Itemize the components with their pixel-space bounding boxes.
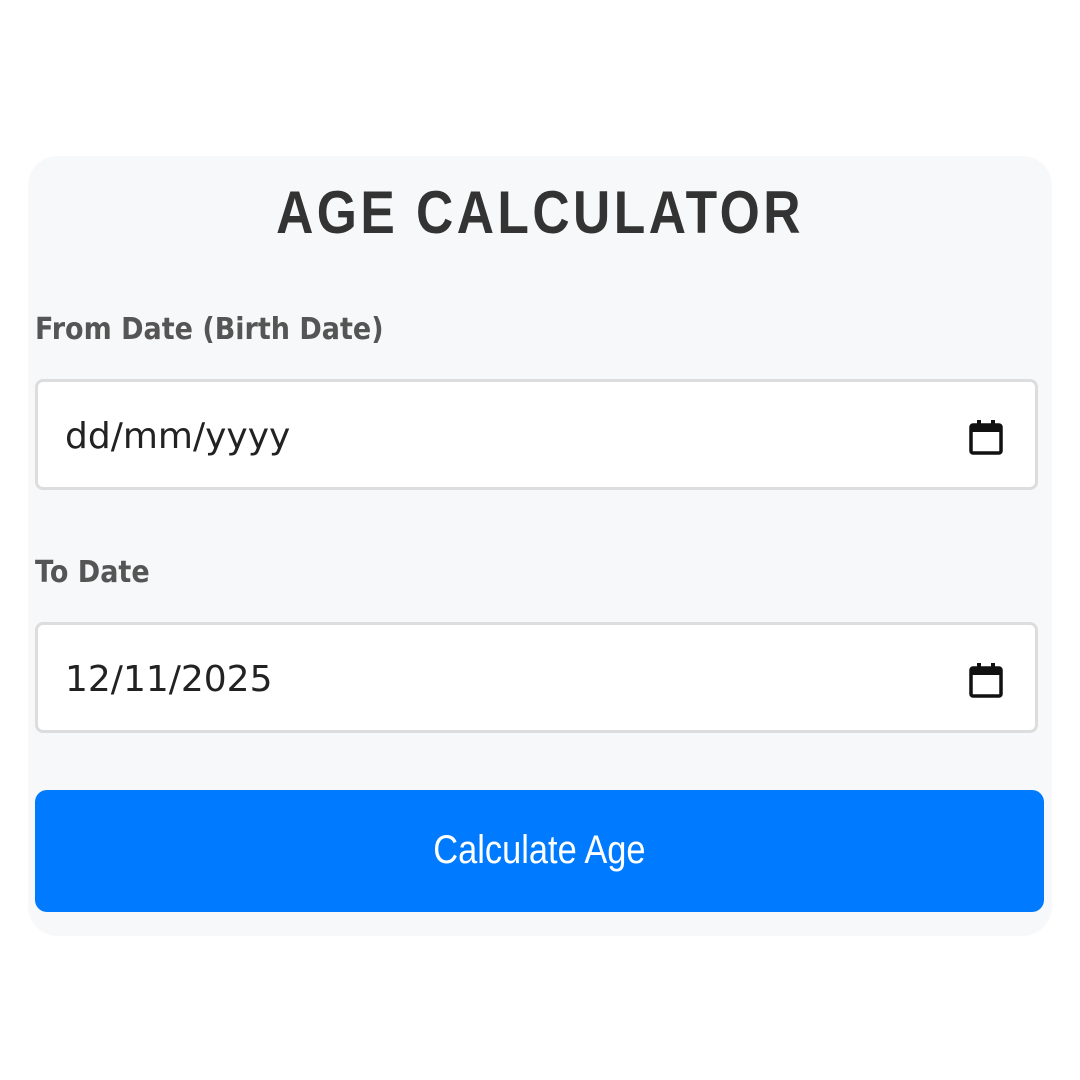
from-date-value: dd/mm/yyyy xyxy=(65,416,291,457)
to-date-label: To Date xyxy=(35,555,150,590)
from-date-input[interactable]: dd/mm/yyyy xyxy=(35,379,1038,490)
from-date-label: From Date (Birth Date) xyxy=(35,312,384,347)
page-title: AGE CALCULATOR xyxy=(276,179,804,246)
calculate-age-button[interactable]: Calculate Age xyxy=(35,790,1044,912)
calculate-age-label: Calculate Age xyxy=(433,828,646,872)
to-date-value: 12/11/2025 xyxy=(65,659,273,700)
calendar-icon[interactable] xyxy=(969,662,1003,698)
calendar-icon[interactable] xyxy=(969,419,1003,455)
to-date-input[interactable]: 12/11/2025 xyxy=(35,622,1038,733)
